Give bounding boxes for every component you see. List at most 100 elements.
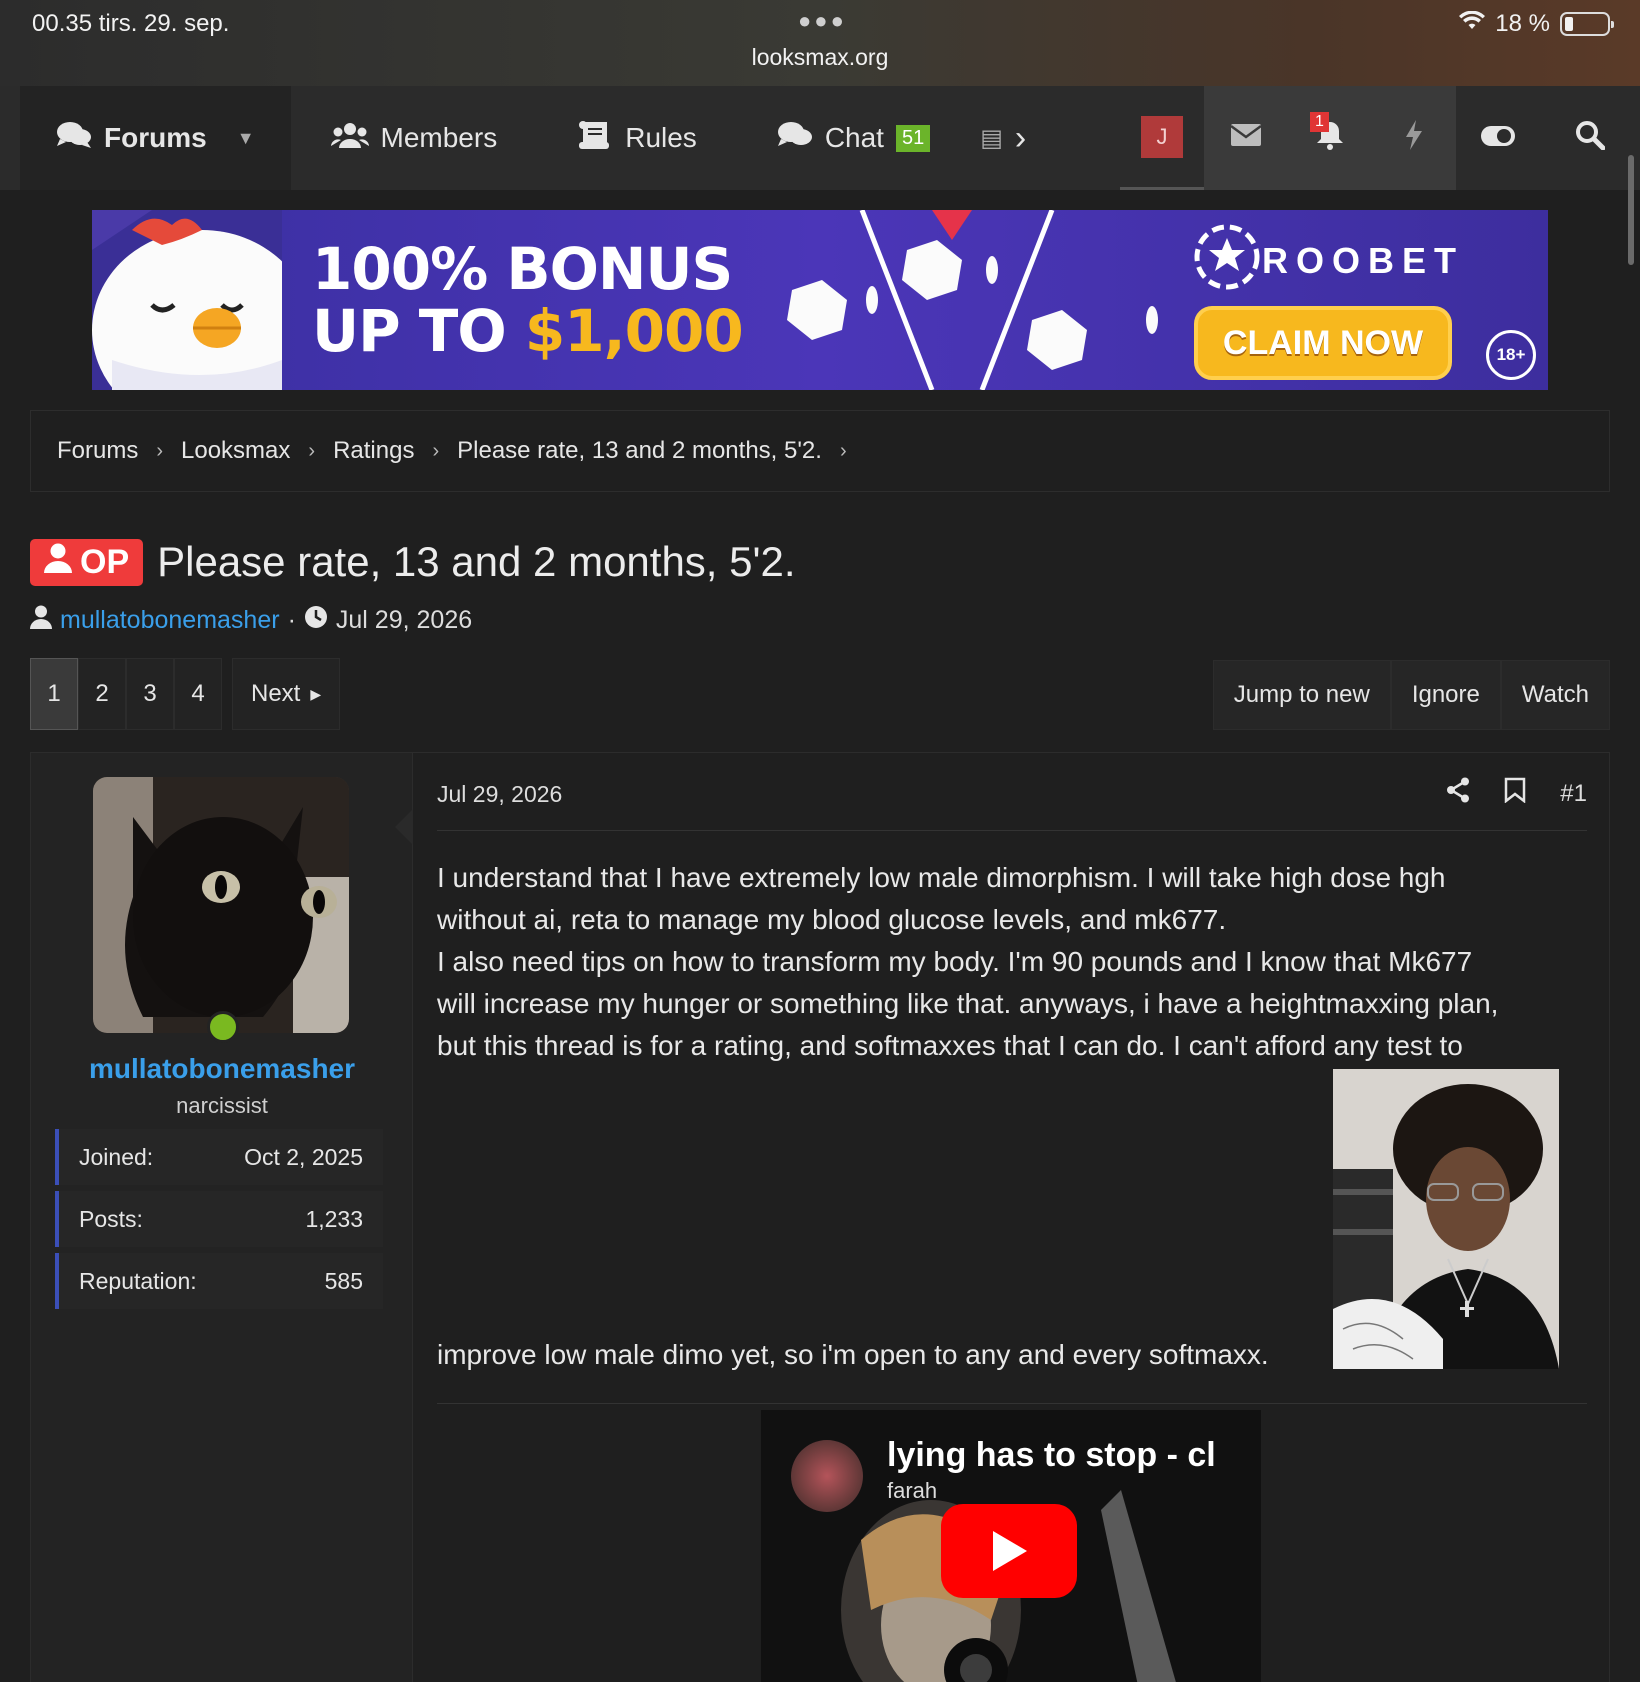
comments-icon <box>56 120 92 157</box>
breadcrumb-looksmax[interactable]: Looksmax <box>181 437 290 465</box>
nav-inbox[interactable] <box>1204 86 1288 190</box>
nav-rules-label: Rules <box>625 122 697 153</box>
post-1: mullatobonemasher narcissist Joined: Oct… <box>30 752 1610 1682</box>
post-body: I understand that I have extremely low m… <box>437 857 1587 1067</box>
more-dots-icon[interactable]: ●●● <box>798 8 847 34</box>
claim-now-button[interactable]: CLAIM NOW <box>1194 306 1452 380</box>
battery-icon <box>1560 12 1614 36</box>
battery-percent: 18 % <box>1495 10 1550 37</box>
next-label: Next <box>251 680 301 707</box>
nav-forums[interactable]: Forums ▼ <box>20 86 291 190</box>
age-restriction-badge: 18+ <box>1486 330 1536 380</box>
page-1-button[interactable]: 1 <box>30 658 78 730</box>
page-2-button[interactable]: 2 <box>78 658 126 730</box>
page-3-button[interactable]: 3 <box>126 658 174 730</box>
ad-amount: $1,000 <box>524 297 744 365</box>
roobet-logo-icon <box>1194 224 1260 290</box>
post-tools: #1 <box>1446 777 1587 810</box>
stat-posts: Posts: 1,233 <box>55 1191 383 1247</box>
ignore-button[interactable]: Ignore <box>1390 660 1501 730</box>
nav-members-label: Members <box>380 122 498 153</box>
thread-actions: Jump to new Ignore Watch <box>1212 660 1610 730</box>
video-title[interactable]: lying has to stop - cl <box>887 1436 1216 1475</box>
page-scrollbar[interactable] <box>1628 155 1634 265</box>
address-url[interactable]: looksmax.org <box>0 44 1640 71</box>
post-date[interactable]: Jul 29, 2026 <box>437 781 562 808</box>
stat-value: 585 <box>324 1267 363 1294</box>
op-badge: OP <box>30 538 144 586</box>
thread-author-link[interactable]: mullatobonemasher <box>60 606 280 635</box>
channel-avatar[interactable] <box>791 1440 863 1512</box>
jump-to-new-button[interactable]: Jump to new <box>1212 660 1391 730</box>
ad-banner[interactable]: 100% BONUS UP TO $1,000 ROOBET CLAIM NOW… <box>92 210 1548 390</box>
play-button[interactable] <box>941 1504 1077 1598</box>
share-icon[interactable] <box>1446 777 1470 810</box>
stat-value: Oct 2, 2025 <box>244 1143 363 1170</box>
page-4-button[interactable]: 4 <box>174 658 222 730</box>
post-number[interactable]: #1 <box>1560 780 1587 808</box>
video-channel[interactable]: farah <box>887 1478 937 1504</box>
breadcrumb: Forums › Looksmax › Ratings › Please rat… <box>30 410 1610 492</box>
bookmark-icon[interactable] <box>1504 777 1526 810</box>
attached-photo[interactable] <box>1333 1069 1559 1369</box>
user-title: narcissist <box>176 1093 268 1118</box>
meta-separator: · <box>287 606 296 634</box>
chevron-right-icon[interactable]: › <box>1015 119 1026 158</box>
post-message: Jul 29, 2026 #1 I understand that I have… <box>413 753 1609 1682</box>
avatar[interactable] <box>93 777 349 1033</box>
post-user-info: mullatobonemasher narcissist Joined: Oct… <box>31 753 413 1682</box>
thread-date[interactable]: Jul 29, 2026 <box>336 606 472 635</box>
bolt-icon <box>1404 119 1424 157</box>
user-icon <box>44 543 72 582</box>
user-icon <box>30 605 52 636</box>
ad-headline: 100% BONUS UP TO $1,000 <box>312 235 744 365</box>
breadcrumb-thread[interactable]: Please rate, 13 and 2 months, 5'2. <box>457 437 822 465</box>
stat-joined: Joined: Oct 2, 2025 <box>55 1129 383 1185</box>
breadcrumb-forums[interactable]: Forums <box>57 437 138 465</box>
ad-line1: 100% BONUS <box>312 235 733 303</box>
ad-brand: ROOBET <box>1262 240 1465 281</box>
nav-search[interactable] <box>1540 86 1640 190</box>
breadcrumb-ratings[interactable]: Ratings <box>333 437 414 465</box>
chevron-right-icon: › <box>432 439 440 462</box>
next-page-button[interactable]: Next ▶ <box>232 658 341 730</box>
account-avatar[interactable]: J <box>1141 115 1183 158</box>
nav-theme-toggle[interactable] <box>1456 86 1540 190</box>
post-arrow-icon <box>395 809 413 845</box>
nav-forums-label: Forums <box>104 122 207 153</box>
alerts-count-badge: 1 <box>1310 112 1329 132</box>
nav-rules[interactable]: Rules <box>537 86 737 190</box>
status-indicators: 18 % <box>1459 10 1614 38</box>
watch-button[interactable]: Watch <box>1500 660 1610 730</box>
toggle-icon <box>1480 123 1516 154</box>
chat-count-badge: 51 <box>895 124 931 152</box>
caret-right-icon: ▶ <box>310 685 322 702</box>
stat-label: Posts: <box>79 1205 143 1232</box>
chevron-down-icon[interactable]: ▼ <box>237 128 255 149</box>
post-line: I also need tips on how to transform my … <box>437 946 1473 977</box>
post-line: will increase my hunger or something lik… <box>437 988 1499 1019</box>
nav-overflow[interactable]: ▤ › <box>970 86 1036 190</box>
thread-title-row: OP Please rate, 13 and 2 months, 5'2. <box>30 538 796 586</box>
post-line: but this thread is for a rating, and sof… <box>437 1030 1463 1061</box>
nav-chat[interactable]: Chat 51 <box>737 86 970 190</box>
nav-whats-new[interactable] <box>1372 86 1456 190</box>
post-username[interactable]: mullatobonemasher <box>31 1053 413 1085</box>
op-label: OP <box>80 542 130 581</box>
nav-account[interactable]: J <box>1120 86 1204 190</box>
chevron-right-icon[interactable]: › <box>840 440 847 463</box>
post-line: without ai, reta to manage my blood gluc… <box>437 904 1227 935</box>
scroll-icon <box>577 120 613 157</box>
black-cat-photo <box>93 777 349 1033</box>
nav-members[interactable]: Members <box>291 86 538 190</box>
stat-value: 1,233 <box>305 1205 363 1232</box>
clock-icon <box>304 605 328 636</box>
stat-label: Joined: <box>79 1143 154 1170</box>
play-icon <box>993 1531 1027 1571</box>
stat-reputation: Reputation: 585 <box>55 1253 383 1309</box>
envelope-icon <box>1230 123 1262 154</box>
nav-alerts[interactable]: 1 <box>1288 86 1372 190</box>
chevron-right-icon: › <box>308 439 316 462</box>
chevron-right-icon: › <box>156 439 164 462</box>
youtube-embed[interactable]: lying has to stop - cl farah <box>761 1410 1261 1682</box>
